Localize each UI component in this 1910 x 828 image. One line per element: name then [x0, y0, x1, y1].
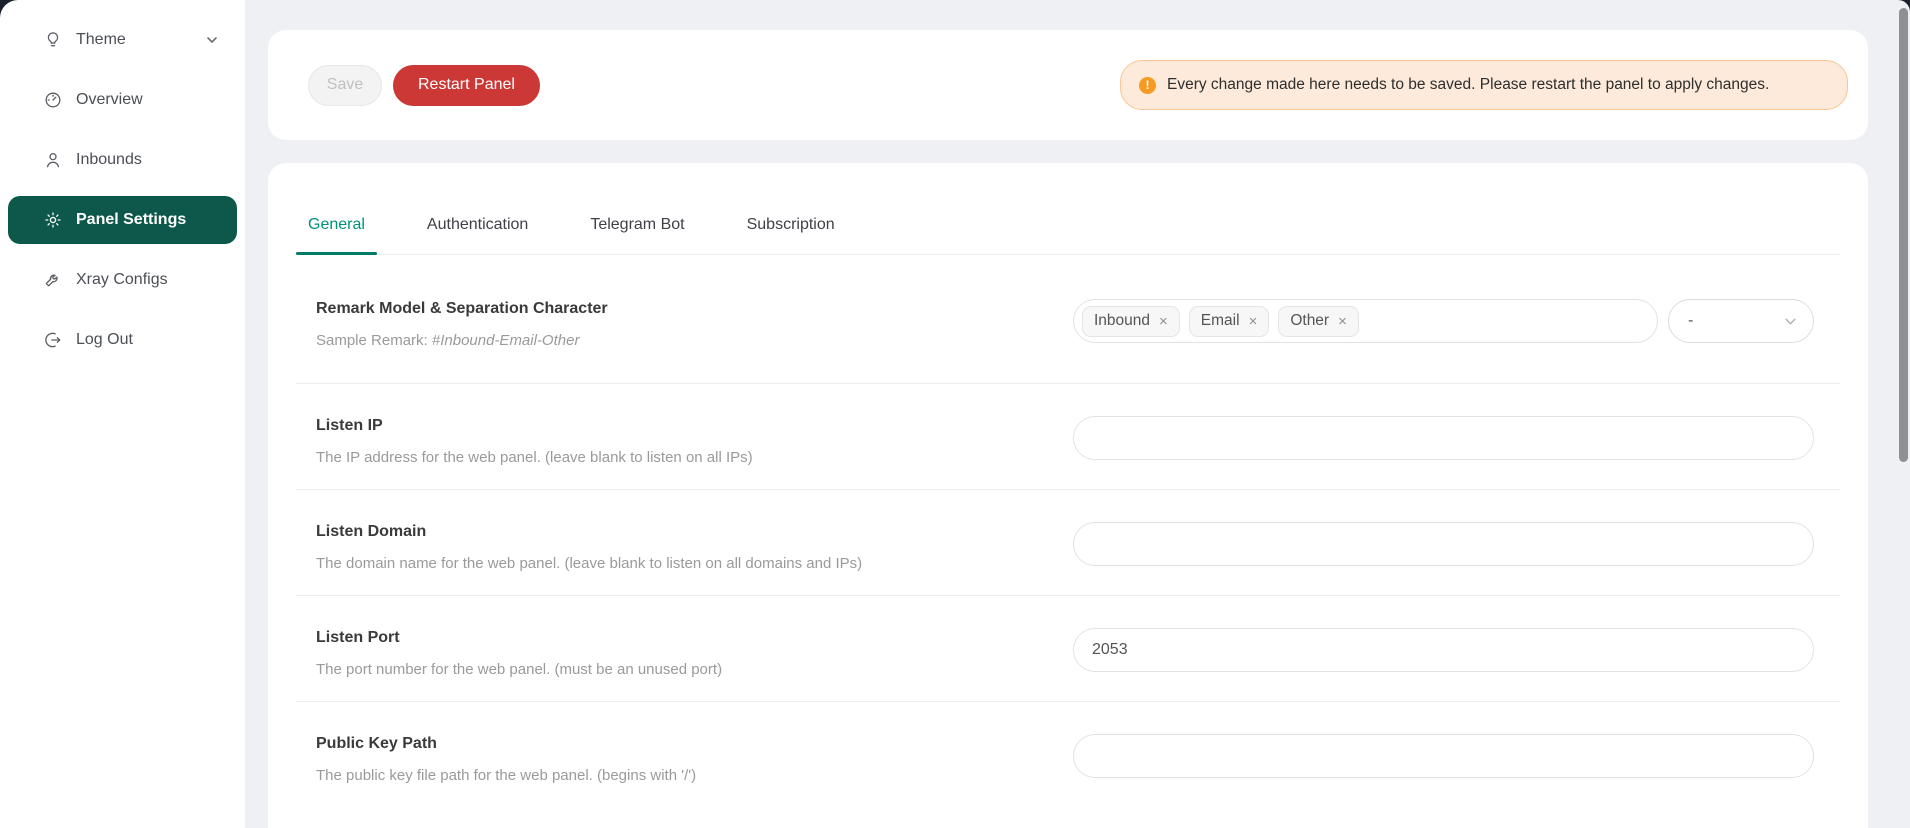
sidebar-item-theme[interactable]: Theme: [8, 16, 237, 64]
gauge-icon: [43, 90, 63, 110]
user-icon: [43, 150, 63, 170]
tab-subscription[interactable]: Subscription: [735, 209, 847, 254]
sample-remark-value: #Inbound-Email-Other: [432, 332, 580, 349]
field-label: Remark Model & Separation Character: [316, 299, 608, 319]
form-row-listen-port: Listen Port The port number for the web …: [296, 596, 1840, 702]
form-row-remark-model: Remark Model & Separation Character Samp…: [296, 255, 1840, 384]
sidebar-item-panel-settings[interactable]: Panel Settings: [8, 196, 237, 244]
separator-character-select[interactable]: -: [1668, 299, 1814, 343]
logout-icon: [43, 330, 63, 350]
tag-other: Other ×: [1278, 306, 1359, 337]
bulb-icon: [43, 30, 63, 50]
gear-icon: [43, 210, 63, 230]
sidebar-item-inbounds[interactable]: Inbounds: [8, 136, 237, 184]
sidebar-item-xray-configs[interactable]: Xray Configs: [8, 256, 237, 304]
tag-label: Email: [1201, 312, 1240, 330]
restart-warning-alert: ! Every change made here needs to be sav…: [1120, 60, 1848, 110]
field-description: Sample Remark: #Inbound-Email-Other: [316, 331, 608, 350]
sidebar: Theme Overview Inbounds: [0, 0, 245, 828]
sidebar-item-label: Xray Configs: [76, 271, 168, 289]
sidebar-item-overview[interactable]: Overview: [8, 76, 237, 124]
toolbar-card: Save Restart Panel ! Every change made h…: [268, 30, 1868, 140]
wrench-icon: [43, 270, 63, 290]
form-row-public-key-path: Public Key Path The public key file path…: [296, 702, 1840, 807]
chevron-down-icon: [205, 33, 219, 47]
field-label: Public Key Path: [316, 734, 696, 754]
settings-tabbar: General Authentication Telegram Bot Subs…: [296, 163, 1840, 255]
alert-message: Every change made here needs to be saved…: [1167, 76, 1769, 94]
remark-model-multiselect[interactable]: Inbound × Email × Other ×: [1073, 299, 1658, 343]
tag-email: Email ×: [1189, 306, 1270, 337]
field-description: The IP address for the web panel. (leave…: [316, 448, 753, 467]
sidebar-item-label: Panel Settings: [76, 211, 186, 229]
separator-value: -: [1688, 312, 1693, 330]
sidebar-item-label: Log Out: [76, 331, 133, 349]
close-icon[interactable]: ×: [1249, 314, 1258, 329]
chevron-down-icon: [1783, 314, 1798, 329]
listen-domain-input[interactable]: [1073, 522, 1814, 566]
form-row-listen-domain: Listen Domain The domain name for the we…: [296, 490, 1840, 596]
field-description: The public key file path for the web pan…: [316, 766, 696, 785]
warning-icon: !: [1139, 77, 1156, 94]
vertical-scrollbar[interactable]: [1899, 8, 1908, 462]
field-label: Listen Port: [316, 628, 722, 648]
listen-port-input[interactable]: [1073, 628, 1814, 672]
field-description: The port number for the web panel. (must…: [316, 660, 722, 679]
field-description: The domain name for the web panel. (leav…: [316, 554, 862, 573]
close-icon[interactable]: ×: [1159, 314, 1168, 329]
save-button[interactable]: Save: [308, 65, 382, 106]
sample-remark-prefix: Sample Remark:: [316, 332, 432, 349]
tag-label: Inbound: [1094, 312, 1150, 330]
public-key-path-input[interactable]: [1073, 734, 1814, 778]
tab-general[interactable]: General: [296, 209, 377, 254]
tag-label: Other: [1290, 312, 1329, 330]
sidebar-item-label: Theme: [76, 31, 126, 49]
tab-authentication[interactable]: Authentication: [415, 209, 540, 254]
sidebar-item-log-out[interactable]: Log Out: [8, 316, 237, 364]
listen-ip-input[interactable]: [1073, 416, 1814, 460]
field-label: Listen IP: [316, 416, 753, 436]
restart-panel-button[interactable]: Restart Panel: [393, 65, 540, 106]
sidebar-item-label: Inbounds: [76, 151, 142, 169]
settings-card: General Authentication Telegram Bot Subs…: [268, 163, 1868, 828]
field-label: Listen Domain: [316, 522, 862, 542]
tag-inbound: Inbound ×: [1082, 306, 1180, 337]
sidebar-item-label: Overview: [76, 91, 143, 109]
tab-telegram-bot[interactable]: Telegram Bot: [578, 209, 696, 254]
form-row-listen-ip: Listen IP The IP address for the web pan…: [296, 384, 1840, 490]
close-icon[interactable]: ×: [1338, 314, 1347, 329]
